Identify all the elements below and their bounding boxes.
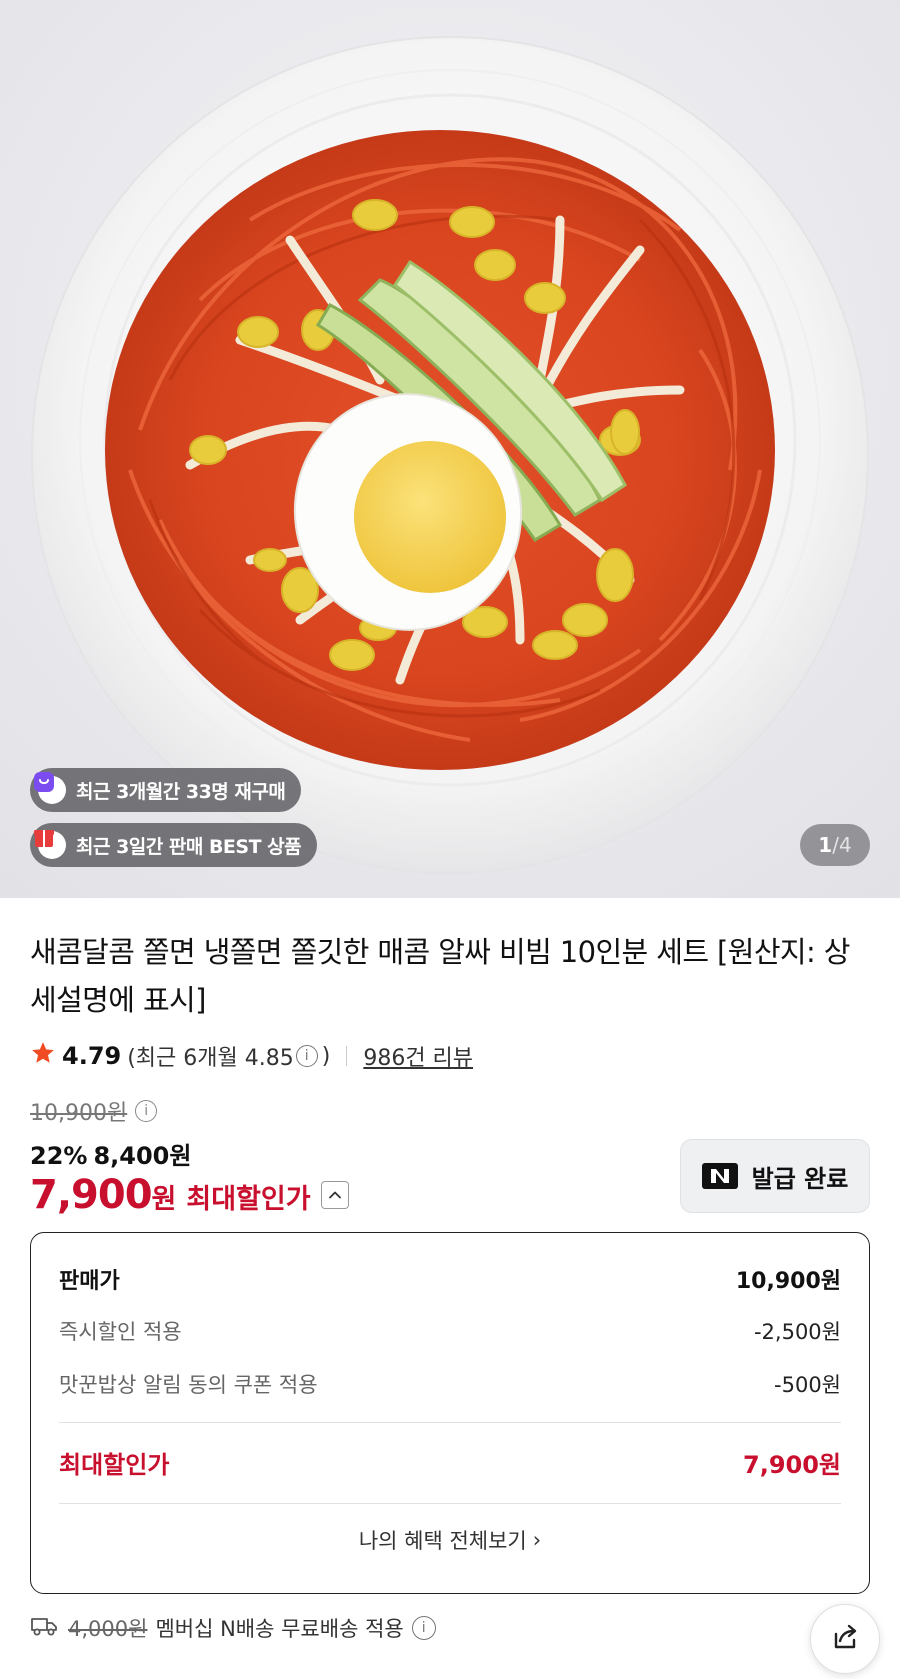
breakdown-row: 맛꾼밥상 알림 동의 쿠폰 적용 -500원: [59, 1369, 841, 1399]
shipping-row: 4,000원 멤버십 N배송 무료배송 적용 i: [30, 1612, 436, 1644]
view-all-benefits-link[interactable]: 나의 혜택 전체보기 ›: [31, 1525, 869, 1555]
recent-rating-close: ): [321, 1043, 331, 1069]
original-price-row: 10,900원 i: [30, 1095, 158, 1127]
pager-separator: /: [832, 833, 839, 857]
naver-n-icon: [701, 1163, 738, 1189]
info-icon[interactable]: i: [295, 1045, 318, 1067]
product-title: 새콤달콤 쫄면 냉쫄면 쫄깃한 매콤 알싸 비빔 10인분 세트 [원산지: 상…: [30, 935, 850, 1017]
truck-icon: [30, 1615, 58, 1642]
product-image[interactable]: 최근 3개월간 33명 재구매 최근 3일간 판매 BEST 상품 1 / 4: [0, 0, 900, 898]
recent-rating: (최근 6개월 4.85: [127, 1046, 294, 1071]
divider: [346, 1046, 348, 1066]
share-button[interactable]: [810, 1604, 880, 1674]
review-count-link[interactable]: 986건 리뷰: [363, 1040, 473, 1072]
benefit-link-label: 나의 혜택 전체보기: [358, 1529, 527, 1553]
max-price-label: 최대할인가: [186, 1184, 311, 1215]
info-icon[interactable]: i: [135, 1100, 158, 1122]
breakdown-label: 즉시할인 적용: [59, 1320, 182, 1344]
breakdown-total-value: 7,900원: [743, 1451, 841, 1479]
repurchase-badge-text: 최근 3개월간 33명 재구매: [76, 780, 286, 803]
max-price-number: 7,900: [30, 1172, 153, 1218]
breakdown-row: 판매가 10,900원: [59, 1263, 841, 1295]
coupon-label: 발급 완료: [751, 1164, 849, 1193]
bag-icon: [34, 772, 66, 804]
discount-price: 8,400원: [93, 1142, 192, 1170]
share-icon: [828, 1620, 862, 1658]
breakdown-row: 즉시할인 적용 -2,500원: [59, 1316, 841, 1346]
gift-icon: [34, 830, 66, 859]
breakdown-value: -2,500원: [753, 1320, 841, 1344]
noodle-dish-illustration: [31, 36, 869, 874]
chevron-right-icon: ›: [532, 1528, 542, 1552]
breakdown-label: 판매가: [59, 1269, 120, 1294]
breakdown-label: 맛꾼밥상 알림 동의 쿠폰 적용: [59, 1373, 318, 1397]
star-icon: [30, 1040, 56, 1072]
coupon-issued-button[interactable]: 발급 완료: [680, 1139, 870, 1213]
breakdown-value: 10,900원: [735, 1269, 841, 1294]
rating-score: 4.79: [62, 1042, 122, 1070]
best-seller-badge: 최근 3일간 판매 BEST 상품: [30, 823, 318, 867]
divider: [59, 1422, 841, 1423]
best-seller-badge-text: 최근 3일간 판매 BEST 상품: [76, 835, 302, 858]
max-price-unit: 원: [151, 1184, 177, 1215]
info-icon[interactable]: i: [411, 1616, 436, 1640]
pager-current: 1: [818, 833, 833, 857]
divider: [59, 1503, 841, 1504]
original-price: 10,900원: [30, 1101, 128, 1126]
pager-total: 4: [838, 833, 852, 857]
breakdown-total-row: 최대할인가 7,900원: [59, 1445, 841, 1480]
image-pager: 1 / 4: [800, 824, 870, 866]
max-discount-price-row: 7,900 원 최대할인가: [30, 1172, 349, 1218]
breakdown-total-label: 최대할인가: [59, 1451, 170, 1479]
original-shipping-fee: 4,000원: [68, 1617, 148, 1641]
price-breakdown-box: 판매가 10,900원 즉시할인 적용 -2,500원 맛꾼밥상 알림 동의 쿠…: [30, 1232, 870, 1594]
rating-row: 4.79 (최근 6개월 4.85 i ) 986건 리뷰: [30, 1038, 473, 1074]
chevron-up-icon[interactable]: [320, 1181, 349, 1209]
repurchase-badge: 최근 3개월간 33명 재구매: [30, 768, 302, 812]
discount-price-row: 22% 8,400원: [30, 1136, 191, 1171]
shipping-text: 멤버십 N배송 무료배송 적용: [155, 1617, 404, 1641]
discount-percent: 22%: [30, 1142, 88, 1170]
breakdown-value: -500원: [774, 1373, 841, 1397]
